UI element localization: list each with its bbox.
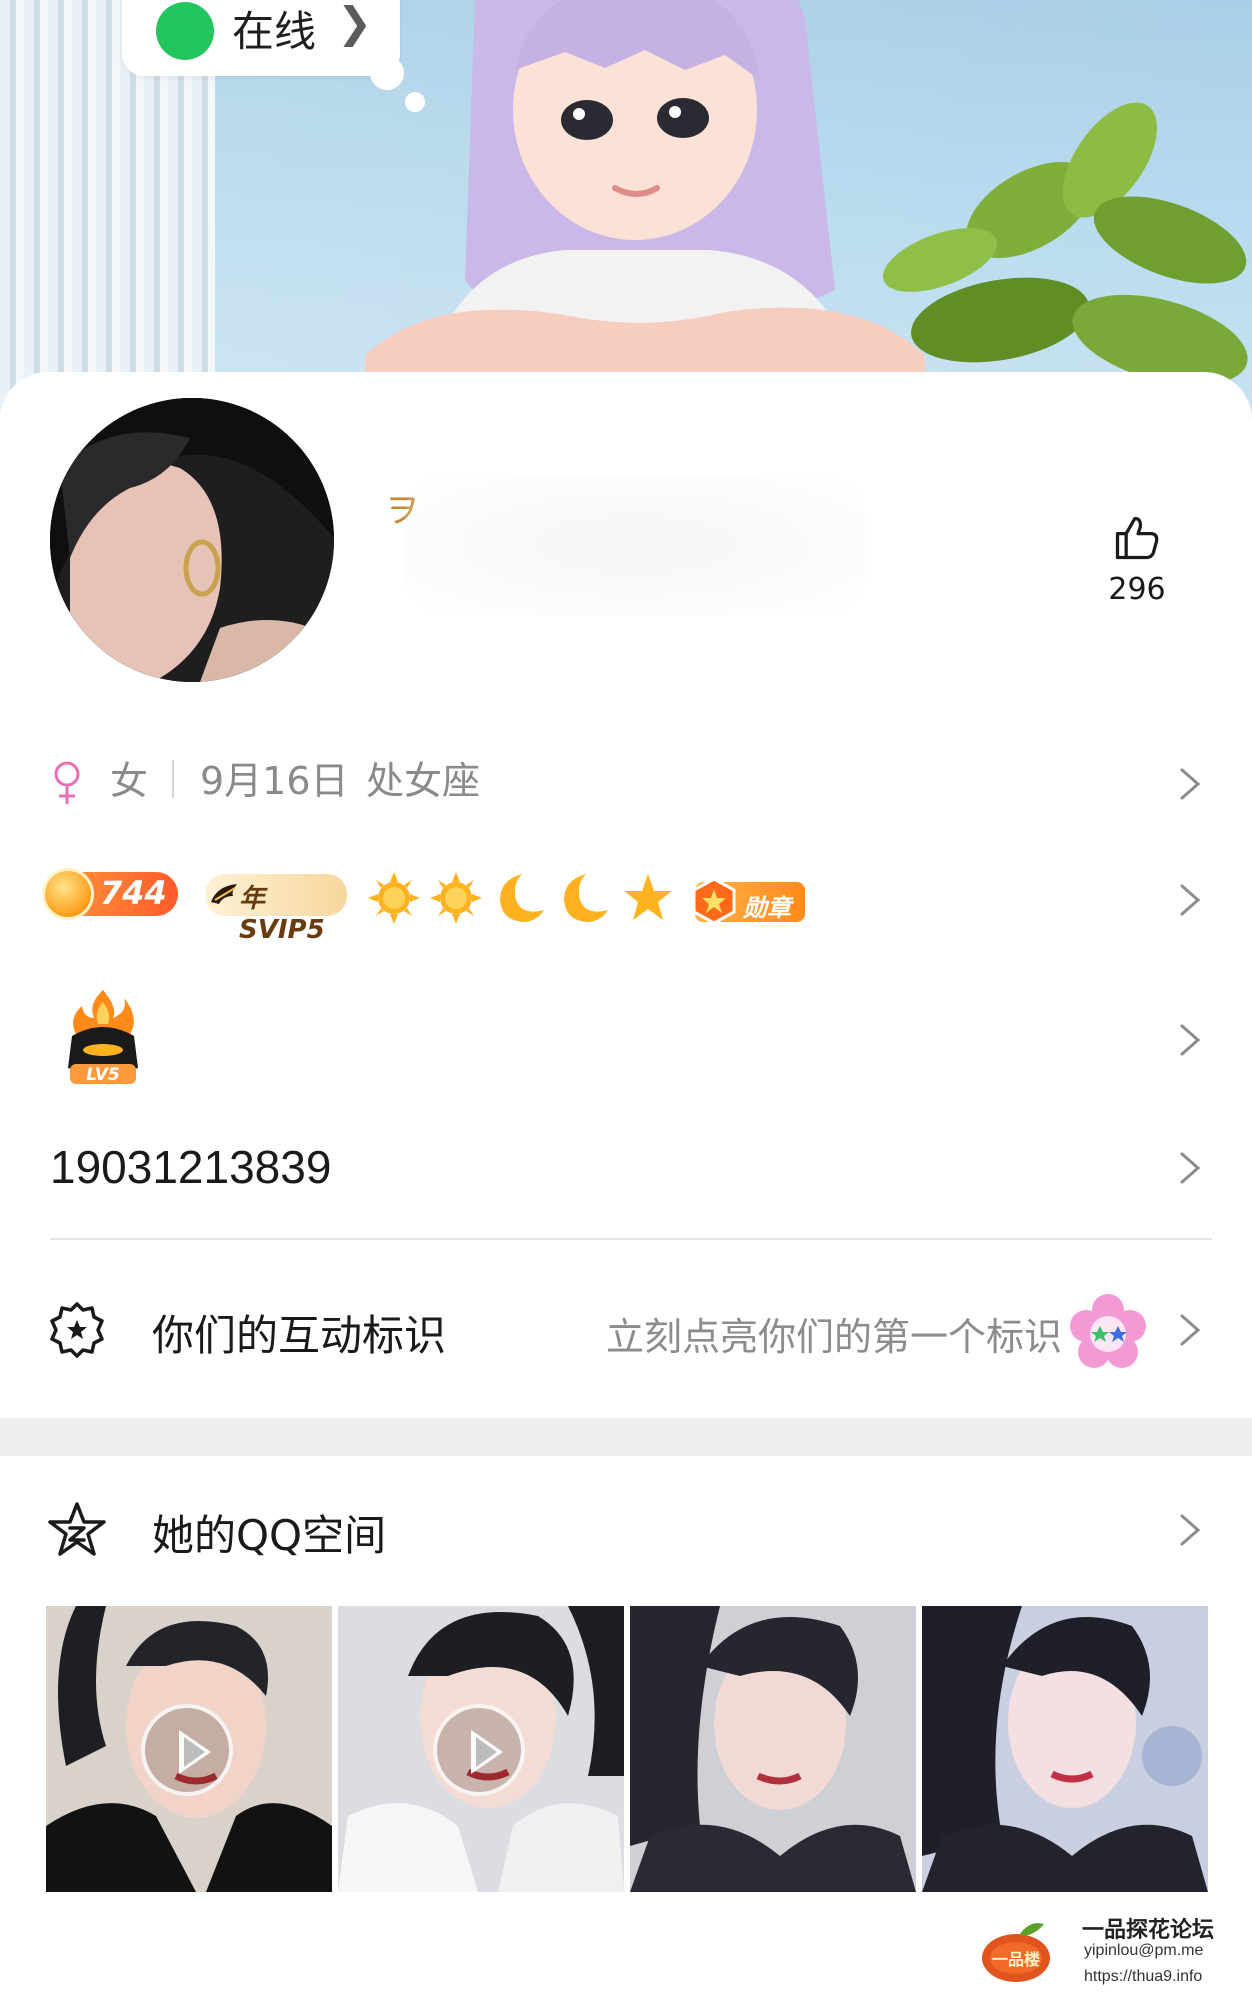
bubble-tail	[370, 56, 404, 90]
interaction-marks-title: 你们的互动标识	[152, 1311, 447, 1360]
svip-label: 年SVIP5	[239, 884, 325, 945]
nickname: ヲ	[385, 475, 865, 625]
birthday-label: 9月16日	[200, 759, 349, 803]
watermark-url: https://thua9.info	[1084, 1968, 1203, 1985]
female-icon	[54, 761, 80, 804]
divider	[50, 1238, 1212, 1240]
play-icon	[433, 1704, 525, 1796]
svip-badge: 年SVIP5	[205, 874, 347, 945]
level-icon-label: LV5	[86, 1065, 119, 1085]
qzone-title: 她的QQ空间	[152, 1511, 387, 1560]
qzone-video-thumbnail[interactable]	[338, 1606, 624, 1892]
qzone-video-thumbnail[interactable]	[46, 1606, 332, 1892]
coin-icon	[42, 868, 94, 920]
chevron-right-icon: ❯	[337, 0, 373, 47]
badge-star-icon	[50, 1302, 104, 1358]
online-status-dot	[156, 2, 214, 60]
zodiac-label: 处女座	[366, 759, 481, 803]
bubble-tail	[405, 92, 425, 112]
qq-level-value: 744	[100, 874, 167, 912]
profile-cover[interactable]: 在线 ❯	[0, 0, 1252, 420]
nickname-blurred	[405, 475, 865, 615]
watermark-email: yipinlou@pm.me	[1084, 1942, 1204, 1959]
qzone-star-icon	[48, 1502, 106, 1556]
watermark: 一品楼 一品探花论坛 yipinlou@pm.me https://thua9.…	[980, 1912, 1252, 2000]
moon-icon	[564, 874, 608, 922]
sun-icon	[430, 872, 482, 924]
qq-level-badge: 744	[42, 868, 178, 920]
online-status-bubble[interactable]: 在线 ❯	[122, 0, 400, 76]
medal-label: 勋章	[743, 894, 791, 922]
avatar[interactable]	[50, 398, 334, 682]
cover-avatar-illustration	[365, 0, 925, 380]
flower-icon	[1070, 1294, 1146, 1368]
like-button[interactable]: 296	[1092, 512, 1182, 612]
thumbs-up-icon	[1115, 516, 1159, 560]
gender-label: 女	[110, 759, 149, 803]
divider	[172, 760, 174, 798]
site-logo-text: 一品楼	[992, 1950, 1040, 1969]
play-icon	[141, 1704, 233, 1796]
interaction-marks-hint: 立刻点亮你们的第一个标识	[606, 1315, 1063, 1359]
watermark-title: 一品探花论坛	[1082, 1918, 1215, 1943]
medal-icon	[692, 877, 736, 925]
medal-badge: 勋章	[692, 877, 805, 925]
online-status-label: 在线	[232, 7, 317, 56]
sun-icon	[368, 872, 420, 924]
qq-number: 19031213839	[50, 1141, 332, 1193]
chevron-right-icon	[1180, 1152, 1201, 1184]
qzone-photo-thumbnail[interactable]	[630, 1606, 916, 1892]
chevron-right-icon	[1180, 884, 1201, 916]
chevron-right-icon	[1180, 1314, 1201, 1346]
chevron-right-icon	[1180, 1024, 1201, 1056]
chevron-right-icon	[1180, 1514, 1201, 1546]
section-separator	[0, 1418, 1252, 1456]
star-icon	[624, 874, 672, 920]
like-count: 296	[1108, 572, 1166, 607]
moon-icon	[500, 874, 544, 922]
qzone-photo-grid	[46, 1606, 1208, 1892]
level-flame-icon: LV5	[68, 990, 138, 1085]
svip-wing-icon	[211, 884, 237, 904]
chevron-right-icon	[1180, 768, 1201, 800]
plant-decoration	[882, 102, 1248, 386]
qzone-photo-thumbnail[interactable]	[922, 1606, 1208, 1892]
site-logo: 一品楼	[982, 1923, 1050, 1982]
